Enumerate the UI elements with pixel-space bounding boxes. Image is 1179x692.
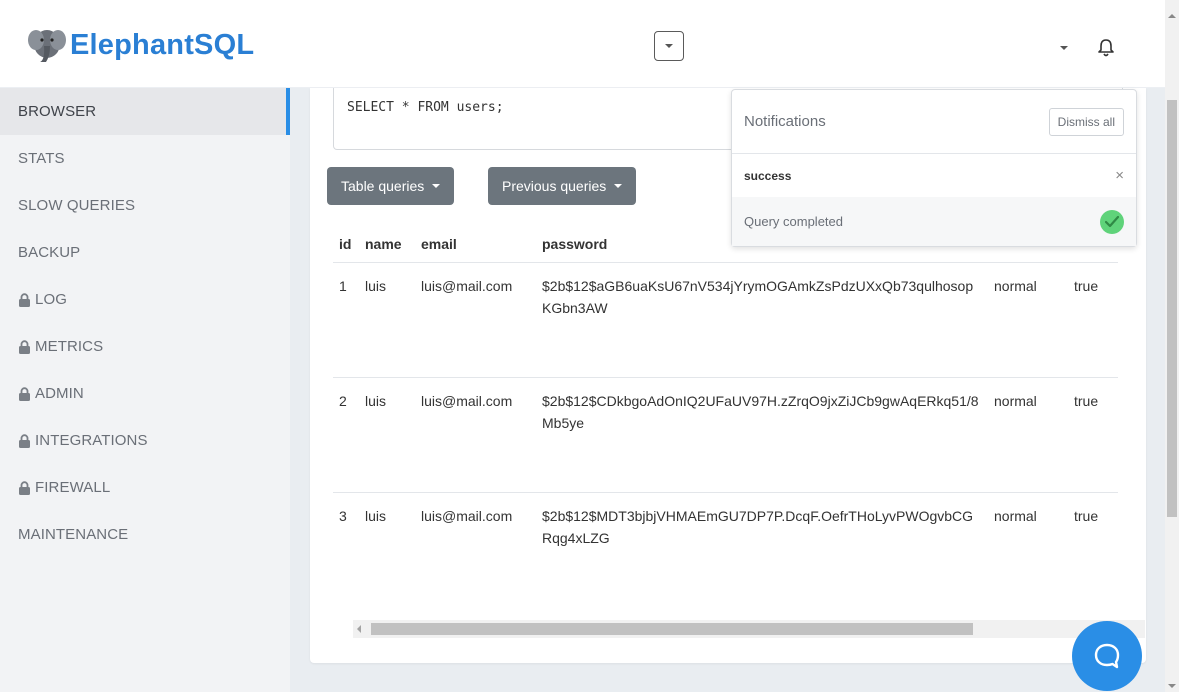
notification-type: success (744, 168, 792, 183)
cell-active: true (1074, 392, 1099, 409)
sidebar-item-label: SLOW QUERIES (18, 197, 136, 214)
notification-item-header: success × (732, 154, 1136, 197)
check-circle-icon (1100, 209, 1124, 234)
sidebar-item-label: LOG (35, 291, 67, 308)
column-header-name[interactable]: name (359, 226, 415, 262)
cell-password: $2b$12$CDkbgoAdOnIQ2UFaUV97H.zZrqO9jxZiJ… (542, 392, 979, 431)
sidebar-nav: BROWSER STATS SLOW QUERIES BACKUP LOG METRICS… (0, 88, 290, 692)
sidebar-item-label: BROWSER (18, 103, 97, 120)
scroll-left-arrow-icon[interactable] (357, 625, 361, 633)
sidebar-item-browser[interactable]: BROWSER (0, 88, 290, 135)
notification-item-body: Query completed (732, 197, 1136, 246)
cell-name: luis (365, 507, 387, 524)
sidebar-item-backup[interactable]: BACKUP (0, 229, 290, 276)
cell-password: $2b$12$aGB6uaKsU67nV534jYrymOGAmkZsPdzUX… (542, 277, 974, 316)
sidebar-item-label: INTEGRATIONS (35, 432, 148, 449)
caret-down-icon (614, 184, 623, 188)
table-row[interactable]: 2 luis luis@mail.com $2b$12$CDkbgoAdOnIQ2UF… (333, 377, 1118, 492)
horizontal-scroll-thumb[interactable] (371, 623, 973, 635)
instance-dropdown-button[interactable] (654, 31, 684, 61)
cell-role: normal (994, 507, 1037, 524)
cell-role: normal (994, 392, 1037, 409)
account-caret-down-icon[interactable] (1060, 46, 1068, 50)
cell-id: 1 (339, 277, 347, 294)
bell-icon[interactable] (1097, 38, 1115, 58)
sidebar-item-firewall[interactable]: FIREWALL (0, 464, 290, 511)
sidebar-item-label: ADMIN (35, 385, 84, 402)
horizontal-scrollbar[interactable] (353, 620, 1145, 638)
cell-email: luis@mail.com (421, 392, 513, 409)
notifications-title: Notifications (744, 113, 826, 130)
results-table: id name email password 1 luis luis@mail.co… (333, 226, 1118, 607)
column-header-id[interactable]: id (333, 226, 359, 262)
lock-icon (18, 480, 31, 495)
sidebar-item-label: BACKUP (18, 244, 81, 261)
cell-name: luis (365, 392, 387, 409)
sidebar-item-integrations[interactable]: INTEGRATIONS (0, 417, 290, 464)
cell-password: $2b$12$MDT3bjbjVHMAEmGU7DP7P.DcqF.OefrTH… (542, 507, 974, 546)
caret-down-icon (665, 44, 673, 48)
sidebar-item-log[interactable]: LOG (0, 276, 290, 323)
lock-icon (18, 386, 31, 401)
cell-role: normal (994, 277, 1037, 294)
cell-active: true (1074, 507, 1099, 524)
sidebar-item-metrics[interactable]: METRICS (0, 323, 290, 370)
cell-id: 3 (339, 507, 347, 524)
lock-icon (18, 339, 31, 354)
cell-name: luis (365, 277, 387, 294)
table-queries-dropdown-button[interactable]: Table queries (327, 167, 455, 205)
brand-name: ElephantSQL (70, 28, 255, 61)
previous-queries-dropdown-button[interactable]: Previous queries (488, 167, 637, 205)
vertical-scroll-thumb[interactable] (1167, 100, 1177, 517)
close-icon[interactable]: × (1115, 167, 1124, 184)
sidebar-item-label: METRICS (35, 338, 104, 355)
cell-email: luis@mail.com (421, 277, 513, 294)
scroll-up-arrow-icon[interactable] (1168, 14, 1176, 18)
chat-support-button[interactable] (1072, 621, 1142, 691)
lock-icon (18, 292, 31, 307)
brand-logo[interactable]: ElephantSQL (28, 26, 254, 64)
table-queries-label: Table queries (341, 178, 425, 194)
caret-down-icon (432, 184, 441, 188)
vertical-scrollbar[interactable] (1165, 0, 1179, 692)
table-row[interactable]: 1 luis luis@mail.com $2b$12$aGB6uaKsU67nV53… (333, 262, 1118, 377)
previous-queries-label: Previous queries (502, 178, 607, 194)
notifications-panel: Notifications Dismiss all success × Quer… (731, 89, 1137, 247)
scroll-down-arrow-icon[interactable] (1168, 684, 1176, 688)
notifications-header: Notifications Dismiss all (732, 90, 1136, 154)
dismiss-all-button[interactable]: Dismiss all (1048, 107, 1124, 136)
cell-id: 2 (339, 392, 347, 409)
elephant-logo-icon (28, 26, 66, 64)
sidebar-item-slow-queries[interactable]: SLOW QUERIES (0, 182, 290, 229)
top-header: ElephantSQL (0, 0, 1165, 88)
column-header-email[interactable]: email (415, 226, 536, 262)
sidebar-item-admin[interactable]: ADMIN (0, 370, 290, 417)
chat-bubble-icon (1094, 643, 1120, 669)
sidebar-item-label: FIREWALL (35, 479, 111, 496)
sidebar-item-label: STATS (18, 150, 65, 167)
lock-icon (18, 433, 31, 448)
table-row[interactable]: 3 luis luis@mail.com $2b$12$MDT3bjbjVHMAEmG… (333, 492, 1118, 607)
sidebar-item-stats[interactable]: STATS (0, 135, 290, 182)
notification-message: Query completed (744, 214, 843, 229)
cell-email: luis@mail.com (421, 507, 513, 524)
sidebar-item-label: MAINTENANCE (18, 526, 129, 543)
sidebar-item-maintenance[interactable]: MAINTENANCE (0, 511, 290, 558)
cell-active: true (1074, 277, 1099, 294)
